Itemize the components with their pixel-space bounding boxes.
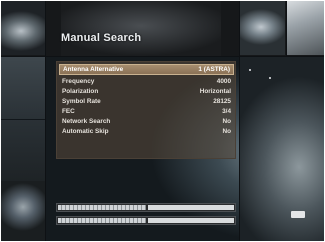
menu-row-automatic-skip[interactable]: Automatic Skip No bbox=[59, 126, 234, 137]
signal-level-fill bbox=[58, 205, 146, 210]
row-label: Frequency bbox=[62, 78, 95, 85]
row-value: Horizontal bbox=[199, 88, 231, 95]
image-tile-bottom-left bbox=[1, 181, 45, 241]
signal-level-bar bbox=[56, 203, 236, 212]
page-title: Manual Search bbox=[61, 32, 142, 44]
image-tile-top-right-2 bbox=[287, 1, 324, 55]
search-settings-menu: Antenna Alternative 1 (ASTRA) Frequency … bbox=[56, 61, 236, 159]
screen-frame: Manual Search Antenna Alternative 1 (AST… bbox=[1, 1, 324, 241]
image-tile-right bbox=[239, 57, 324, 241]
row-value: 4000 bbox=[216, 78, 231, 85]
row-value: No bbox=[222, 118, 231, 125]
image-tile-top-right-1 bbox=[239, 1, 285, 55]
signal-bars bbox=[56, 199, 236, 229]
menu-row-antenna-alternative[interactable]: Antenna Alternative 1 (ASTRA) bbox=[59, 64, 234, 75]
row-label: FEC bbox=[62, 108, 75, 115]
image-tile-top-left bbox=[1, 1, 45, 55]
row-value: 3/4 bbox=[222, 108, 231, 115]
row-value: No bbox=[222, 128, 231, 135]
row-value: 1 (ASTRA) bbox=[198, 66, 230, 73]
signal-quality-bar bbox=[56, 216, 236, 225]
signal-quality-fill bbox=[58, 218, 146, 223]
row-label: Automatic Skip bbox=[62, 128, 109, 135]
row-label: Network Search bbox=[62, 118, 111, 125]
row-label: Antenna Alternative bbox=[63, 66, 124, 73]
row-value: 28125 bbox=[213, 98, 231, 105]
image-tile-left bbox=[1, 57, 45, 181]
row-label: Polarization bbox=[62, 88, 99, 95]
row-label: Symbol Rate bbox=[62, 98, 101, 105]
status-badge-icon bbox=[291, 211, 305, 218]
